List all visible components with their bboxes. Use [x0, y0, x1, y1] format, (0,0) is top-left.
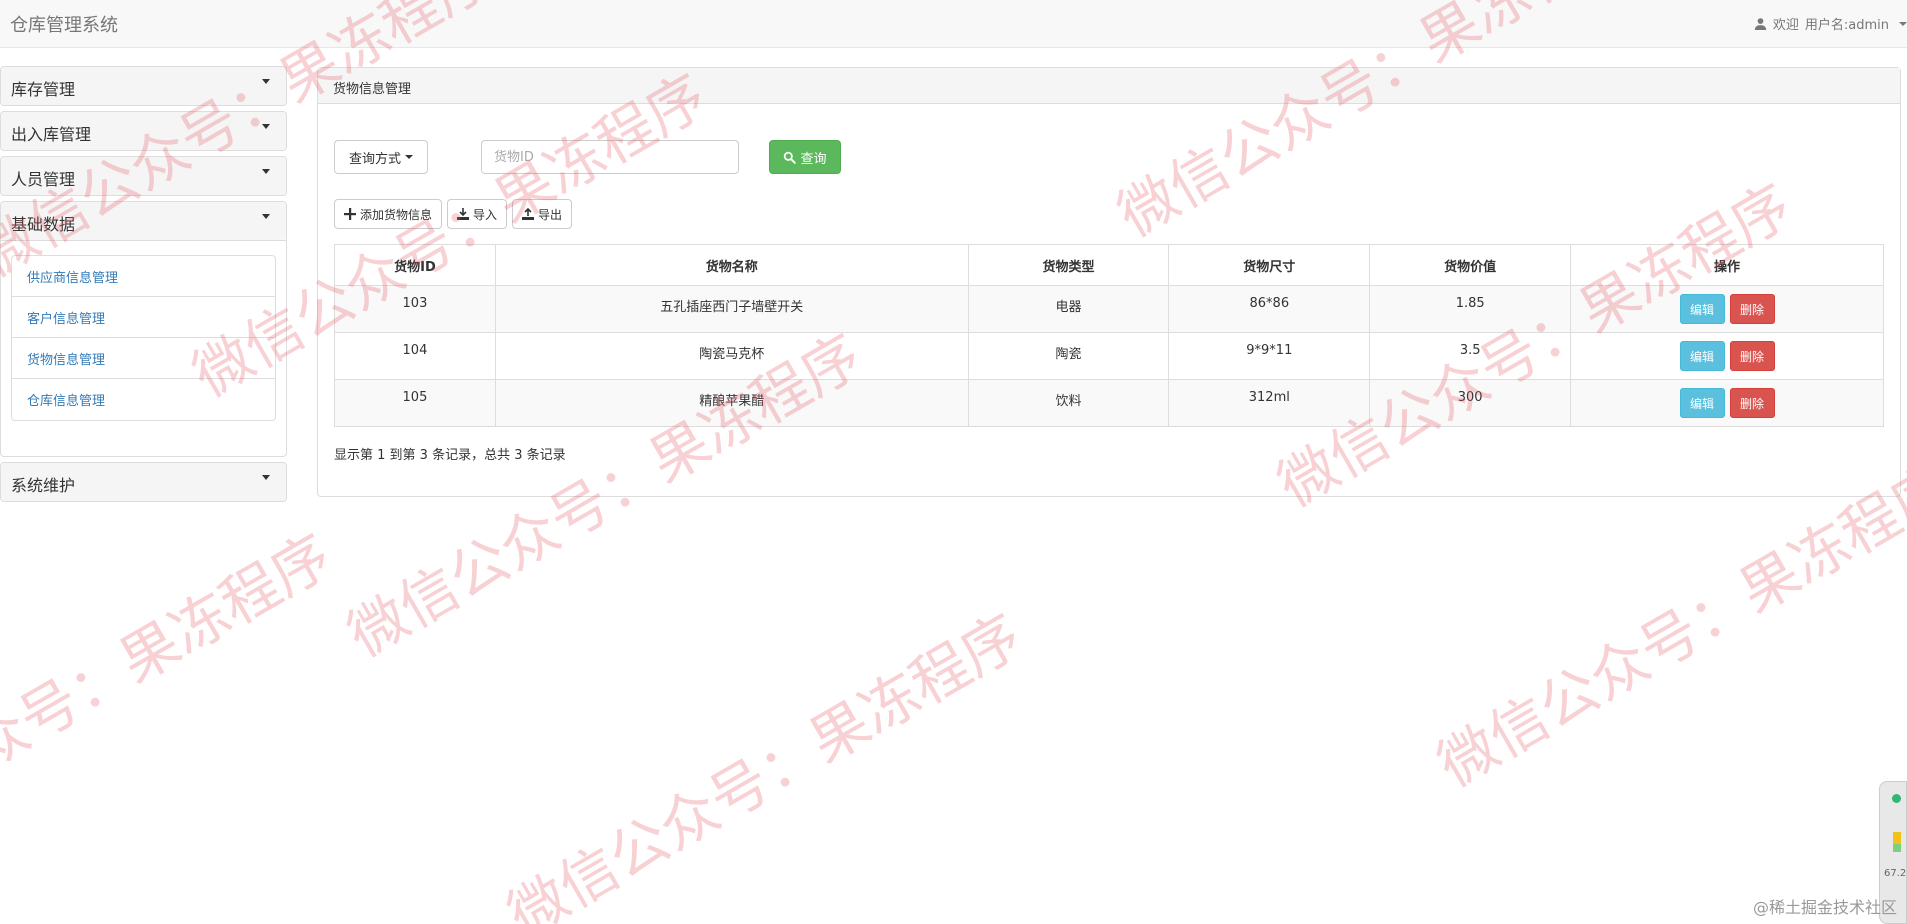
table-header-row: 货物ID 货物名称 货物类型 货物尺寸 货物价值 操作: [334, 244, 1884, 286]
sidebar-submenu: 供应商信息管理 客户信息管理 货物信息管理 仓库信息管理: [1, 240, 286, 456]
column-header[interactable]: 货物类型: [967, 244, 1170, 286]
cell-id: 105: [334, 379, 496, 427]
sidebar-menu-stock-io: 出入库管理: [0, 111, 287, 151]
search-bar: 查询方式 查询: [334, 140, 841, 174]
search-icon: [784, 151, 797, 164]
search-button[interactable]: 查询: [769, 140, 841, 174]
chevron-down-icon: [1899, 21, 1907, 26]
chevron-down-icon: [262, 79, 270, 84]
cell-name: 五孔插座西门子墙壁开关: [494, 285, 969, 333]
sidebar-item-basic-data[interactable]: 基础数据: [1, 202, 286, 240]
sidebar-menu-basic-data: 基础数据 供应商信息管理 客户信息管理 货物信息管理 仓库信息管理: [0, 201, 287, 457]
cell-type: 电器: [967, 285, 1170, 333]
table-row[interactable]: 103 五孔插座西门子墙壁开关 电器 86*86 1.85 编辑 删除: [334, 285, 1884, 333]
cell-id: 104: [334, 332, 496, 380]
delete-button[interactable]: 删除: [1729, 341, 1775, 371]
table-row[interactable]: 105 精酿苹果醋 饮料 312ml 300 编辑 删除: [334, 379, 1884, 427]
query-mode-dropdown[interactable]: 查询方式: [334, 140, 428, 174]
cell-value: 300: [1369, 379, 1572, 427]
footer-credit: @稀土掘金技术社区: [1752, 898, 1897, 917]
goods-table: 货物ID 货物名称 货物类型 货物尺寸 货物价值 操作 103 五孔插座西门子墙…: [334, 244, 1884, 427]
meter-bar-icon: [1893, 844, 1901, 852]
top-navbar: 仓库管理系统 欢迎 用户名:admin: [0, 0, 1907, 48]
chevron-down-icon: [262, 475, 270, 480]
toolbar: 添加货物信息 导入 导出: [334, 199, 573, 229]
cell-name: 陶瓷马克杯: [494, 332, 969, 380]
submenu-item-customer[interactable]: 客户信息管理: [12, 297, 275, 338]
search-button-label: 查询: [800, 151, 827, 167]
sidebar-item-label: 系统维护: [11, 476, 76, 495]
sidebar-item-inventory[interactable]: 库存管理: [1, 67, 286, 105]
widget-value: 67.2: [1884, 868, 1907, 879]
column-header[interactable]: 货物尺寸: [1168, 244, 1371, 286]
chevron-down-icon: [262, 169, 270, 174]
submenu-list: 供应商信息管理 客户信息管理 货物信息管理 仓库信息管理: [11, 255, 276, 421]
app-title[interactable]: 仓库管理系统: [10, 11, 118, 37]
sidebar-item-label: 出入库管理: [11, 125, 92, 144]
welcome-text: 欢迎: [1772, 18, 1799, 33]
row-actions: 编辑 删除: [1571, 388, 1883, 418]
plus-icon: [344, 208, 356, 220]
sidebar-menu-inventory: 库存管理: [0, 66, 287, 106]
add-goods-button[interactable]: 添加货物信息: [334, 199, 443, 229]
import-button[interactable]: 导入: [447, 199, 508, 229]
sidebar-item-system[interactable]: 系统维护: [1, 463, 286, 501]
column-header: 操作: [1570, 244, 1884, 286]
cell-size: 86*86: [1168, 285, 1371, 333]
import-icon: [457, 208, 470, 220]
sidebar: 库存管理 出入库管理 人员管理 基础数据 供应商信息管理 客户信息管理 货物信息…: [0, 66, 287, 507]
watermark-text: 微信公众号：果冻程序: [0, 521, 343, 871]
chevron-down-icon: [405, 155, 413, 159]
username-text: 用户名:admin: [1804, 18, 1889, 33]
delete-button[interactable]: 删除: [1729, 388, 1775, 418]
column-header[interactable]: 货物名称: [494, 244, 969, 286]
cell-actions: 编辑 删除: [1570, 285, 1884, 333]
cell-actions: 编辑 删除: [1570, 379, 1884, 427]
delete-button[interactable]: 删除: [1729, 294, 1775, 324]
pagination-info: 显示第 1 到第 3 条记录，总共 3 条记录: [334, 448, 566, 463]
cell-id: 103: [334, 285, 496, 333]
sidebar-item-label: 人员管理: [11, 170, 76, 189]
search-input[interactable]: [481, 140, 739, 174]
cell-size: 9*9*11: [1168, 332, 1371, 380]
query-mode-label: 查询方式: [348, 151, 401, 167]
sidebar-menu-personnel: 人员管理: [0, 156, 287, 196]
chevron-down-icon: [262, 214, 270, 219]
edit-button[interactable]: 编辑: [1679, 341, 1725, 371]
cell-value: 1.85: [1369, 285, 1572, 333]
row-actions: 编辑 删除: [1571, 294, 1883, 324]
table-row[interactable]: 104 陶瓷马克杯 陶瓷 9*9*11 3.5 编辑 删除: [334, 332, 1884, 380]
cell-type: 饮料: [967, 379, 1170, 427]
row-actions: 编辑 删除: [1571, 341, 1883, 371]
cell-value: 3.5: [1369, 332, 1572, 380]
export-label: 导出: [538, 207, 563, 222]
sidebar-item-stock-io[interactable]: 出入库管理: [1, 112, 286, 150]
column-header[interactable]: 货物价值: [1369, 244, 1572, 286]
sidebar-item-personnel[interactable]: 人员管理: [1, 157, 286, 195]
cell-type: 陶瓷: [967, 332, 1170, 380]
edit-button[interactable]: 编辑: [1679, 294, 1725, 324]
user-menu[interactable]: 欢迎 用户名:admin: [1754, 14, 1907, 33]
import-label: 导入: [473, 207, 498, 222]
user-icon: [1754, 18, 1767, 30]
submenu-item-supplier[interactable]: 供应商信息管理: [12, 256, 275, 297]
cell-actions: 编辑 删除: [1570, 332, 1884, 380]
sidebar-menu-system: 系统维护: [0, 462, 287, 502]
sidebar-item-label: 基础数据: [11, 215, 76, 234]
cell-size: 312ml: [1168, 379, 1371, 427]
export-icon: [522, 208, 535, 220]
status-dot-icon: [1892, 794, 1901, 803]
chevron-down-icon: [262, 124, 270, 129]
add-goods-label: 添加货物信息: [360, 207, 433, 222]
panel-title: 货物信息管理: [318, 68, 1900, 104]
column-header[interactable]: 货物ID: [334, 244, 496, 286]
sidebar-item-label: 库存管理: [11, 80, 76, 99]
edit-button[interactable]: 编辑: [1679, 388, 1725, 418]
export-button[interactable]: 导出: [512, 199, 573, 229]
cell-name: 精酿苹果醋: [494, 379, 969, 427]
submenu-item-goods[interactable]: 货物信息管理: [12, 338, 275, 379]
watermark-text: 微信公众号：果冻程序: [496, 601, 1033, 924]
submenu-item-warehouse[interactable]: 仓库信息管理: [12, 379, 275, 420]
goods-panel: 货物信息管理 查询方式 查询 添加货物信息 导入 导出: [317, 67, 1901, 497]
